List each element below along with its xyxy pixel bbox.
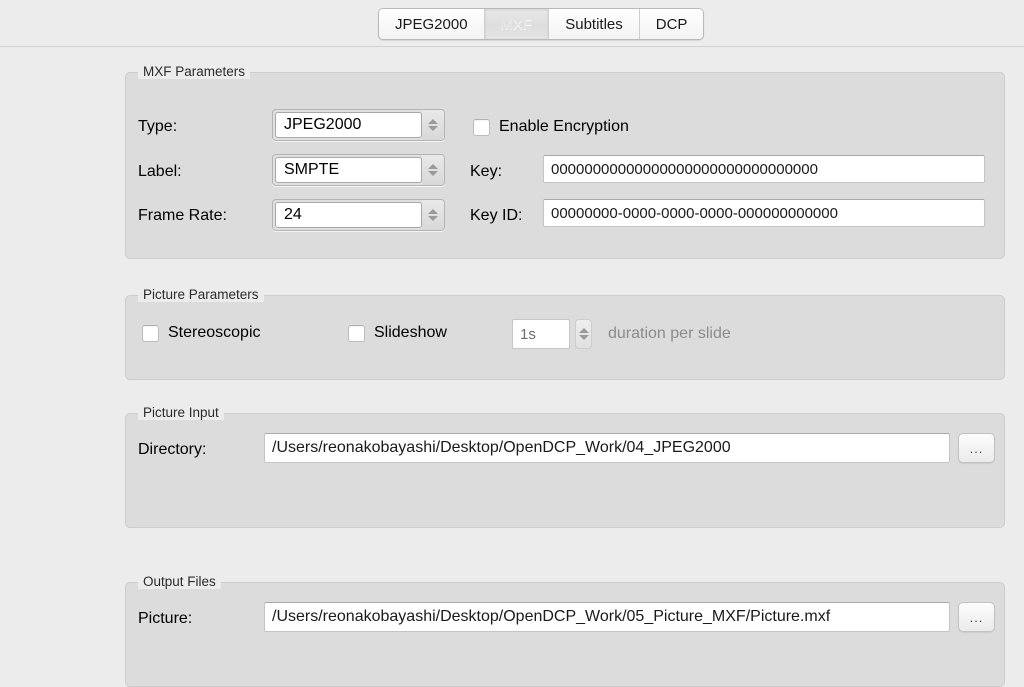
mxf-tab-panel: MXF Parameters Type: JPEG2000 Label: SMP… — [0, 46, 1024, 687]
label-stepper[interactable] — [422, 155, 444, 185]
frame-rate-label: Frame Rate: — [138, 207, 227, 224]
picture-output-browse-button[interactable]: ... — [958, 602, 995, 632]
slideshow-checkbox-row[interactable]: Slideshow — [348, 324, 447, 342]
slideshow-checkbox[interactable] — [348, 324, 365, 342]
enable-encryption-checkbox[interactable] — [473, 118, 490, 136]
chevron-up-icon — [428, 119, 438, 124]
slide-duration-spinner[interactable]: 1s — [512, 319, 592, 349]
chevron-down-icon — [428, 171, 438, 176]
duration-caption: duration per slide — [608, 325, 731, 342]
tab-mxf[interactable]: MXF — [484, 9, 550, 39]
frame-rate-combobox-value[interactable]: 24 — [275, 202, 422, 228]
picture-input-title: Picture Input — [138, 405, 224, 420]
chevron-down-icon — [428, 126, 438, 131]
picture-input-group: Picture Input — [125, 405, 1005, 528]
output-files-group: Output Files — [125, 574, 1005, 687]
tab-strip: JPEG2000 MXF Subtitles DCP — [378, 8, 705, 40]
picture-output-input[interactable]: /Users/reonakobayashi/Desktop/OpenDCP_Wo… — [264, 602, 950, 632]
chevron-up-icon — [578, 328, 589, 333]
type-combobox-value[interactable]: JPEG2000 — [275, 112, 422, 138]
tab-dcp[interactable]: DCP — [639, 9, 704, 39]
chevron-up-icon — [428, 209, 438, 214]
tab-jpeg2000[interactable]: JPEG2000 — [379, 9, 485, 39]
directory-input[interactable]: /Users/reonakobayashi/Desktop/OpenDCP_Wo… — [264, 433, 950, 463]
stereoscopic-checkbox[interactable] — [142, 324, 159, 342]
chevron-down-icon — [578, 335, 589, 340]
stereoscopic-label: Stereoscopic — [168, 324, 261, 341]
slide-duration-value[interactable]: 1s — [512, 319, 570, 349]
output-files-title: Output Files — [138, 574, 221, 589]
chevron-down-icon — [428, 216, 438, 221]
stereoscopic-checkbox-row[interactable]: Stereoscopic — [142, 324, 261, 342]
label-combobox[interactable]: SMPTE — [272, 154, 445, 186]
enable-encryption-label: Enable Encryption — [499, 118, 629, 135]
type-label: Type: — [138, 118, 178, 135]
chevron-up-icon — [428, 164, 438, 169]
type-stepper[interactable] — [422, 110, 444, 140]
directory-label: Directory: — [138, 441, 207, 458]
tab-subtitles[interactable]: Subtitles — [549, 9, 640, 39]
frame-rate-stepper[interactable] — [422, 200, 444, 230]
slide-duration-stepper[interactable] — [575, 319, 592, 349]
key-id-label: Key ID: — [470, 207, 523, 224]
label-combobox-value[interactable]: SMPTE — [275, 157, 422, 183]
mxf-parameters-title: MXF Parameters — [138, 64, 251, 79]
slideshow-label: Slideshow — [374, 324, 447, 341]
directory-browse-button[interactable]: ... — [958, 433, 995, 463]
picture-parameters-title: Picture Parameters — [138, 287, 264, 302]
key-id-input[interactable]: 00000000-0000-0000-0000-000000000000 — [543, 199, 985, 227]
label-label: Label: — [138, 163, 182, 180]
type-combobox[interactable]: JPEG2000 — [272, 109, 445, 141]
tab-bar: JPEG2000 MXF Subtitles DCP — [0, 0, 1024, 46]
key-input[interactable]: 00000000000000000000000000000000 — [543, 155, 985, 183]
key-label: Key: — [470, 163, 503, 180]
enable-encryption-checkbox-row[interactable]: Enable Encryption — [473, 118, 629, 136]
frame-rate-combobox[interactable]: 24 — [272, 199, 445, 231]
picture-label: Picture: — [138, 610, 193, 627]
